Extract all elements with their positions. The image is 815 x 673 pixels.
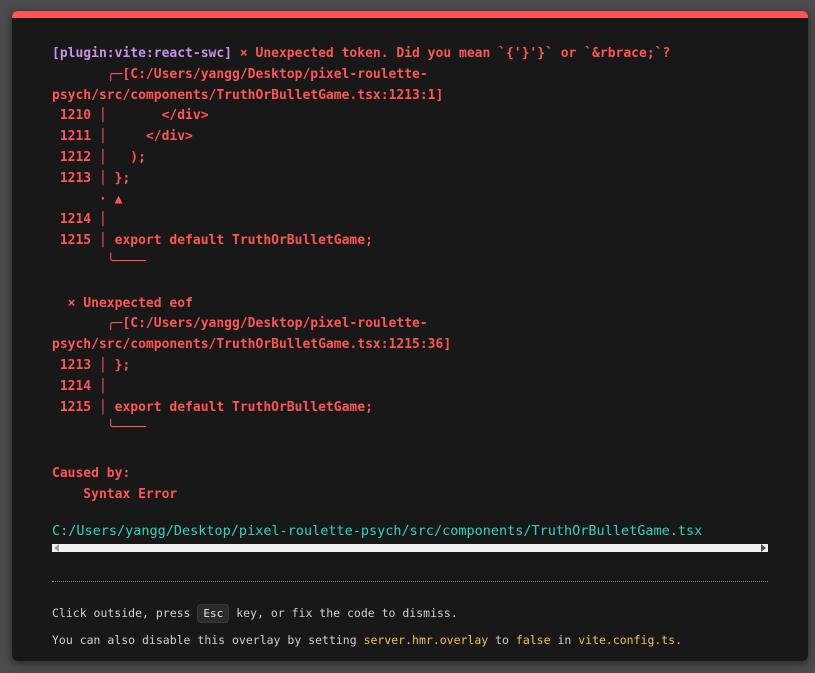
value-code: false bbox=[515, 633, 551, 647]
horizontal-scrollbar[interactable] bbox=[52, 544, 768, 552]
tip-text: Click outside, press bbox=[52, 606, 198, 620]
config-code: vite.config.ts bbox=[578, 633, 676, 647]
scroll-right-icon[interactable] bbox=[761, 544, 766, 552]
tip-text: You can also disable this overlay by set… bbox=[52, 633, 364, 647]
code-frame: ╭─[C:/Users/yangg/Desktop/pixel-roulette… bbox=[52, 66, 452, 436]
error-overlay: [plugin:vite:react-swc] × Unexpected tok… bbox=[12, 11, 808, 661]
caused-by: Caused by: Syntax Error bbox=[52, 466, 178, 502]
tip-text: . bbox=[675, 633, 683, 647]
error-file-link[interactable]: C:/Users/yangg/Desktop/pixel-roulette-ps… bbox=[52, 523, 702, 539]
dismiss-tip: Click outside, press Esc key, or fix the… bbox=[52, 604, 768, 623]
error-message: × Unexpected token. Did you mean `{'}'}`… bbox=[232, 46, 671, 61]
setting-code: server.hmr.overlay bbox=[363, 633, 489, 647]
error-content: [plugin:vite:react-swc] × Unexpected tok… bbox=[52, 44, 768, 647]
scroll-left-icon[interactable] bbox=[54, 544, 59, 552]
esc-key: Esc bbox=[197, 604, 230, 623]
divider bbox=[52, 581, 768, 582]
plugin-name: [plugin:vite:react-swc] bbox=[52, 46, 233, 61]
error-header: [plugin:vite:react-swc] × Unexpected tok… bbox=[52, 44, 768, 65]
tip-text: to bbox=[488, 633, 516, 647]
tip-text: in bbox=[550, 633, 579, 647]
tip-text: key, or fix the code to dismiss. bbox=[229, 606, 458, 620]
disable-tip: You can also disable this overlay by set… bbox=[52, 633, 768, 647]
